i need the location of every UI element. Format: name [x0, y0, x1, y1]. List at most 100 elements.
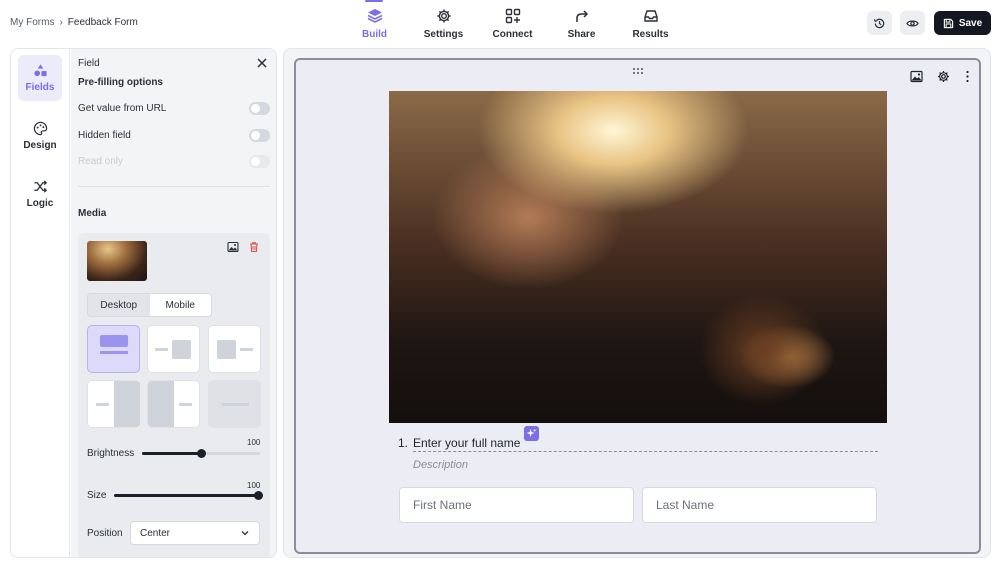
media-thumbnail[interactable] — [87, 241, 147, 281]
device-toggle: Desktop Mobile — [87, 293, 212, 317]
layout-block — [148, 381, 174, 427]
question-underline — [413, 451, 878, 452]
shapes-icon — [33, 64, 47, 77]
layout-option-top[interactable] — [87, 325, 140, 373]
panel-title: Field — [78, 58, 100, 69]
last-name-input[interactable]: Last Name — [642, 487, 877, 523]
layout-option-background[interactable] — [208, 380, 261, 428]
first-name-placeholder: First Name — [413, 498, 472, 512]
nav-connect[interactable]: Connect — [478, 0, 547, 46]
history-button[interactable] — [867, 11, 892, 35]
eye-icon — [906, 19, 919, 27]
brightness-label: Brightness — [87, 448, 135, 459]
layout-block — [100, 335, 128, 347]
breadcrumb-current: Feedback Form — [67, 17, 138, 28]
image-icon[interactable] — [227, 241, 239, 253]
url-toggle[interactable] — [249, 101, 270, 115]
nav-settings[interactable]: Settings — [409, 0, 478, 46]
layout-block — [114, 381, 140, 427]
readonly-toggle — [249, 154, 270, 168]
size-slider[interactable] — [114, 491, 263, 500]
question-number: 1. — [398, 436, 409, 450]
breadcrumb-my-forms[interactable]: My Forms — [10, 17, 54, 28]
top-bar: My Forms › Feedback Form Build Settings … — [0, 0, 1000, 46]
palette-icon — [33, 121, 47, 136]
question-title[interactable]: Enter your full name — [413, 436, 520, 450]
nav-build-label: Build — [362, 29, 387, 40]
close-icon[interactable] — [255, 56, 269, 70]
layout-option-split-left[interactable] — [147, 380, 200, 428]
layers-icon — [367, 9, 382, 23]
share-arrow-icon — [575, 10, 588, 22]
layout-line — [155, 348, 168, 351]
gear-icon — [437, 9, 450, 23]
option-get-value-url: Get value from URL — [78, 101, 270, 115]
nav-share[interactable]: Share — [547, 0, 616, 46]
question-description[interactable]: Description — [413, 459, 468, 471]
layout-option-left[interactable] — [208, 325, 261, 373]
rail-fields-label: Fields — [25, 82, 55, 93]
drag-handle-icon[interactable] — [632, 67, 644, 75]
nav-connect-label: Connect — [492, 29, 533, 40]
left-panel: Fields Design Logic Field Pre-filling op… — [10, 48, 277, 558]
form-canvas: 1. Enter your full name Description Firs… — [283, 48, 991, 558]
media-settings: Desktop Mobile 100 Brightness 100 Size P… — [78, 233, 270, 557]
inbox-icon — [643, 10, 658, 22]
position-select[interactable]: Center — [130, 521, 260, 545]
main-nav: Build Settings Connect Share Results — [340, 0, 685, 46]
rail-logic[interactable]: Logic — [18, 171, 62, 217]
image-icon[interactable] — [910, 70, 923, 83]
size-label: Size — [87, 490, 107, 501]
preview-button[interactable] — [900, 11, 925, 35]
layout-option-right[interactable] — [147, 325, 200, 373]
size-handle[interactable] — [253, 491, 263, 500]
nav-results[interactable]: Results — [616, 0, 685, 46]
shuffle-icon — [33, 180, 47, 193]
first-name-input[interactable]: First Name — [399, 487, 634, 523]
sparkle-icon — [526, 428, 537, 438]
rail-design[interactable]: Design — [18, 113, 62, 159]
nav-results-label: Results — [632, 29, 669, 40]
layout-block — [217, 340, 236, 359]
brightness-slider[interactable] — [142, 449, 260, 458]
rail-fields[interactable]: Fields — [18, 55, 62, 101]
save-button[interactable]: Save — [934, 11, 991, 35]
ai-sparkle-button[interactable] — [524, 426, 539, 441]
layout-block — [172, 340, 191, 359]
option-label: Get value from URL — [78, 102, 167, 114]
rail-design-label: Design — [23, 140, 57, 151]
question-card[interactable]: 1. Enter your full name Description Firs… — [294, 58, 981, 554]
position-value: Center — [140, 527, 171, 539]
last-name-placeholder: Last Name — [656, 498, 715, 512]
rail-logic-label: Logic — [26, 198, 54, 209]
tab-desktop[interactable]: Desktop — [88, 294, 150, 316]
layout-line — [222, 403, 249, 406]
layout-line — [96, 403, 109, 406]
layout-line — [240, 348, 253, 351]
prefill-title: Pre-filling options — [78, 77, 163, 88]
hidden-toggle[interactable] — [249, 128, 270, 142]
trash-icon[interactable] — [248, 241, 260, 253]
option-label: Read only — [78, 155, 124, 167]
field-settings-panel: Field Pre-filling options Get value from… — [71, 49, 276, 557]
layout-line — [100, 351, 128, 354]
brightness-value: 100 — [247, 438, 261, 447]
media-title: Media — [78, 208, 107, 219]
question-image[interactable] — [389, 91, 887, 423]
tab-mobile[interactable]: Mobile — [149, 294, 211, 316]
more-vertical-icon[interactable] — [961, 70, 974, 83]
brightness-handle[interactable] — [196, 449, 206, 458]
divider — [78, 186, 270, 187]
grid-plus-icon — [505, 8, 520, 24]
layout-option-split-right[interactable] — [87, 380, 140, 428]
side-rail: Fields Design Logic — [11, 49, 70, 557]
breadcrumb: My Forms › Feedback Form — [10, 17, 138, 28]
history-icon — [873, 18, 885, 28]
nav-build[interactable]: Build — [340, 0, 409, 46]
option-label: Hidden field — [78, 129, 131, 141]
breadcrumb-separator: › — [59, 17, 63, 28]
nav-settings-label: Settings — [423, 29, 464, 40]
gear-icon[interactable] — [937, 70, 950, 83]
layout-line — [179, 403, 192, 406]
size-fill — [114, 494, 258, 497]
